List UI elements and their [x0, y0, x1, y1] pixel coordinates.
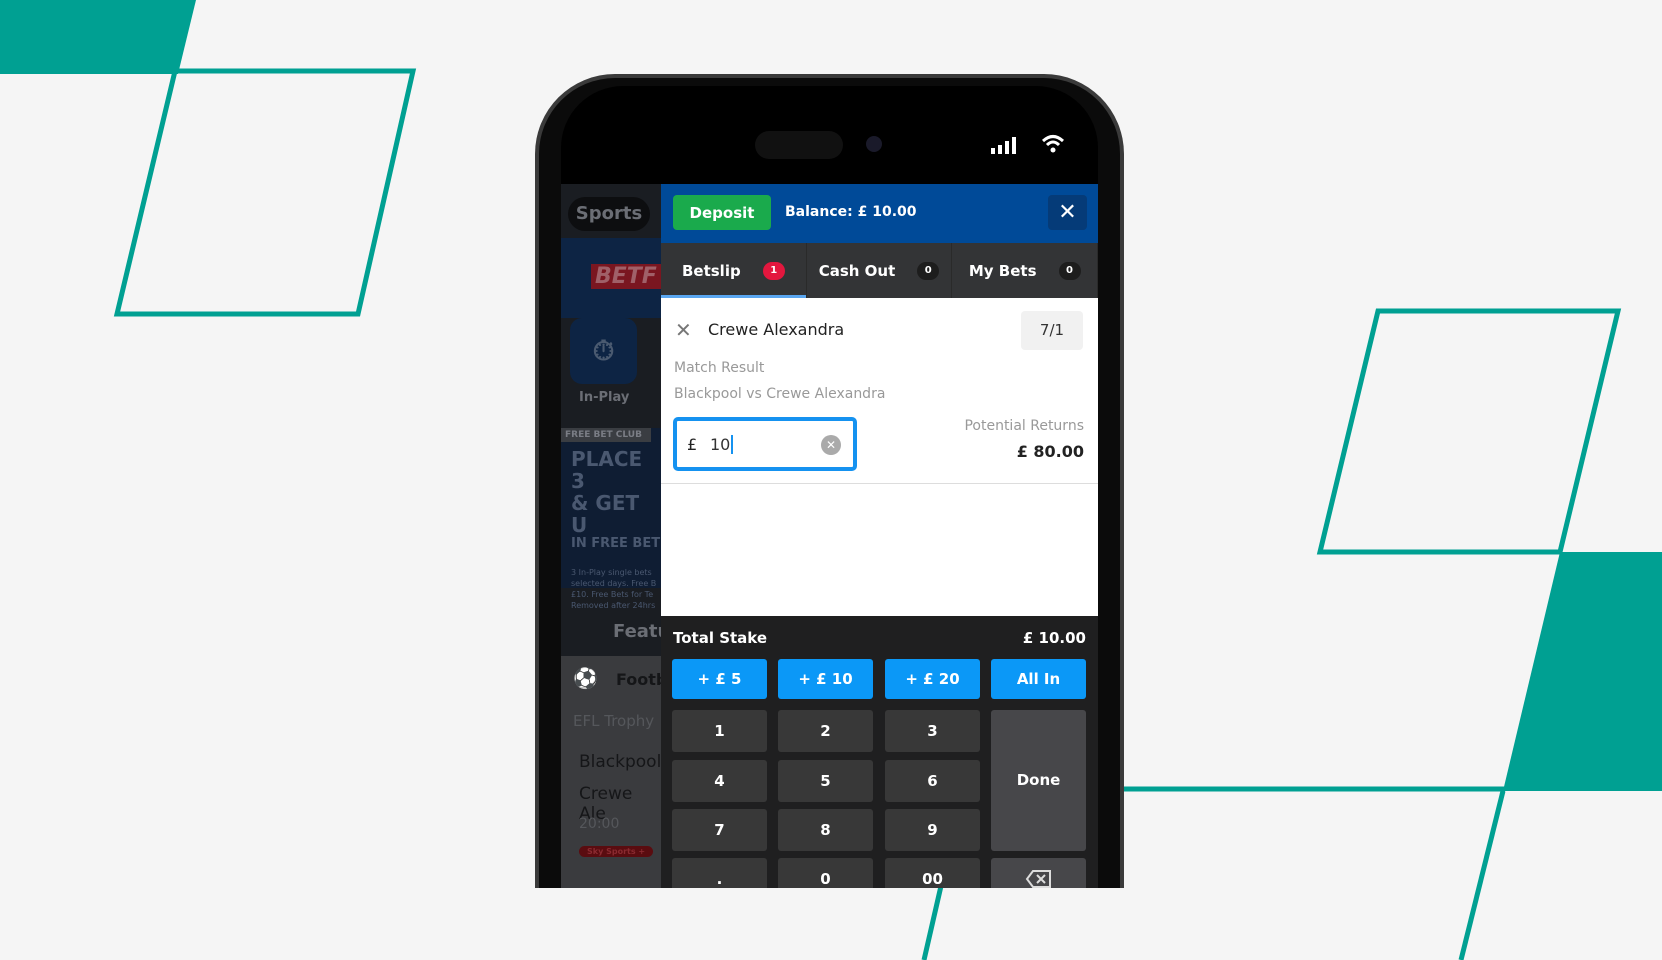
stake-input[interactable]: £ 10 ✕ [673, 417, 857, 471]
tab-label: Cash Out [818, 261, 896, 280]
stopwatch-icon: ⏱ [570, 318, 637, 384]
teal-outline-shape [1316, 308, 1622, 555]
teal-shape [1503, 552, 1662, 791]
quick-stake-20-button[interactable]: + £ 20 [885, 659, 980, 699]
promo-tag: FREE BET CLUB [561, 428, 651, 442]
tab-betslip[interactable]: Betslip 1 [661, 243, 807, 298]
key-4[interactable]: 4 [672, 760, 767, 802]
deposit-button[interactable]: Deposit [673, 195, 771, 230]
key-5[interactable]: 5 [778, 760, 873, 802]
team-name: Blackpool [579, 752, 662, 772]
stake-value: 10 [710, 435, 734, 454]
tab-my-bets[interactable]: My Bets 0 [952, 243, 1098, 298]
odds-button[interactable]: 7/1 [1021, 311, 1083, 350]
promo-text: Removed after 24hrs [571, 601, 656, 610]
brand-logo: BETF [591, 264, 661, 289]
inplay-label: In-Play [579, 390, 630, 405]
key-1[interactable]: 1 [672, 710, 767, 752]
key-0[interactable]: 0 [778, 858, 873, 888]
key-2[interactable]: 2 [778, 710, 873, 752]
key-3[interactable]: 3 [885, 710, 980, 752]
betslip-header: Deposit Balance: £ 10.00 ✕ [661, 184, 1098, 243]
event-label: Blackpool vs Crewe Alexandra [674, 386, 886, 402]
teal-line [921, 885, 944, 960]
count-badge: 1 [762, 261, 785, 280]
key-decimal[interactable]: . [672, 858, 767, 888]
all-in-button[interactable]: All In [991, 659, 1086, 699]
market-label: Match Result [674, 360, 765, 376]
sport-label: Footb [616, 670, 668, 689]
channel-badge: Sky Sports + [579, 846, 654, 857]
quick-stake-10-button[interactable]: + £ 10 [778, 659, 873, 699]
backspace-button[interactable] [991, 858, 1086, 888]
promo-title: IN FREE BET [571, 536, 661, 551]
backspace-icon [1025, 870, 1051, 888]
key-7[interactable]: 7 [672, 809, 767, 851]
phone-frame: Sports BETF ⏱ In-Play FREE BET CLUB PLAC… [535, 74, 1124, 888]
tab-label: Betslip [681, 261, 741, 280]
dynamic-island [755, 131, 843, 159]
potential-returns-value: £ 80.00 [1016, 442, 1084, 461]
count-badge: 0 [1058, 261, 1081, 280]
phone-screen: Sports BETF ⏱ In-Play FREE BET CLUB PLAC… [561, 86, 1098, 888]
balance-label: Balance: £ 10.00 [785, 204, 917, 220]
promo-text: £10. Free Bets for Te [571, 590, 654, 599]
teal-line [1458, 790, 1506, 960]
teal-outline-shape [113, 68, 417, 317]
selection-name: Crewe Alexandra [708, 320, 845, 339]
count-badge: 0 [917, 261, 940, 280]
promo-text: selected days. Free B [571, 579, 657, 588]
currency-symbol: £ [687, 435, 698, 454]
background-app: Sports BETF ⏱ In-Play FREE BET CLUB PLAC… [561, 184, 670, 888]
football-icon: ⚽ [573, 666, 598, 690]
match-time: 20:00 [579, 816, 620, 832]
teal-shape [0, 0, 196, 74]
divider [661, 483, 1098, 484]
competition-label: EFL Trophy [573, 712, 655, 730]
clear-input-icon[interactable]: ✕ [821, 435, 841, 455]
total-stake-value: £ 10.00 [1022, 629, 1086, 647]
key-8[interactable]: 8 [778, 809, 873, 851]
total-stake-label: Total Stake [673, 629, 768, 647]
tab-label: My Bets [968, 261, 1037, 280]
betslip-panel: Deposit Balance: £ 10.00 ✕ Betslip 1 Cash… [661, 184, 1098, 888]
tab-cash-out[interactable]: Cash Out 0 [807, 243, 953, 298]
sports-pill: Sports [568, 197, 650, 231]
quick-stake-5-button[interactable]: + £ 5 [672, 659, 767, 699]
done-button[interactable]: Done [991, 710, 1086, 851]
remove-bet-icon[interactable]: ✕ [675, 318, 692, 342]
key-6[interactable]: 6 [885, 760, 980, 802]
promo-text: 3 In-Play single bets [571, 568, 652, 577]
signal-icon [991, 137, 1016, 154]
camera-icon [866, 136, 882, 152]
wifi-icon [1041, 135, 1065, 153]
stake-keypad: Total Stake £ 10.00 + £ 5 + £ 10 + £ 20 … [661, 616, 1098, 888]
key-9[interactable]: 9 [885, 809, 980, 851]
close-icon[interactable]: ✕ [1048, 195, 1087, 230]
promo-title: PLACE 3 [571, 447, 643, 493]
betslip-tabs: Betslip 1 Cash Out 0 My Bets 0 [661, 243, 1098, 298]
bet-item: ✕ Crewe Alexandra 7/1 Match Result Black… [661, 298, 1098, 616]
potential-returns-label: Potential Returns [964, 418, 1084, 434]
promo-title: & GET U [571, 491, 640, 537]
key-00[interactable]: 00 [885, 858, 980, 888]
